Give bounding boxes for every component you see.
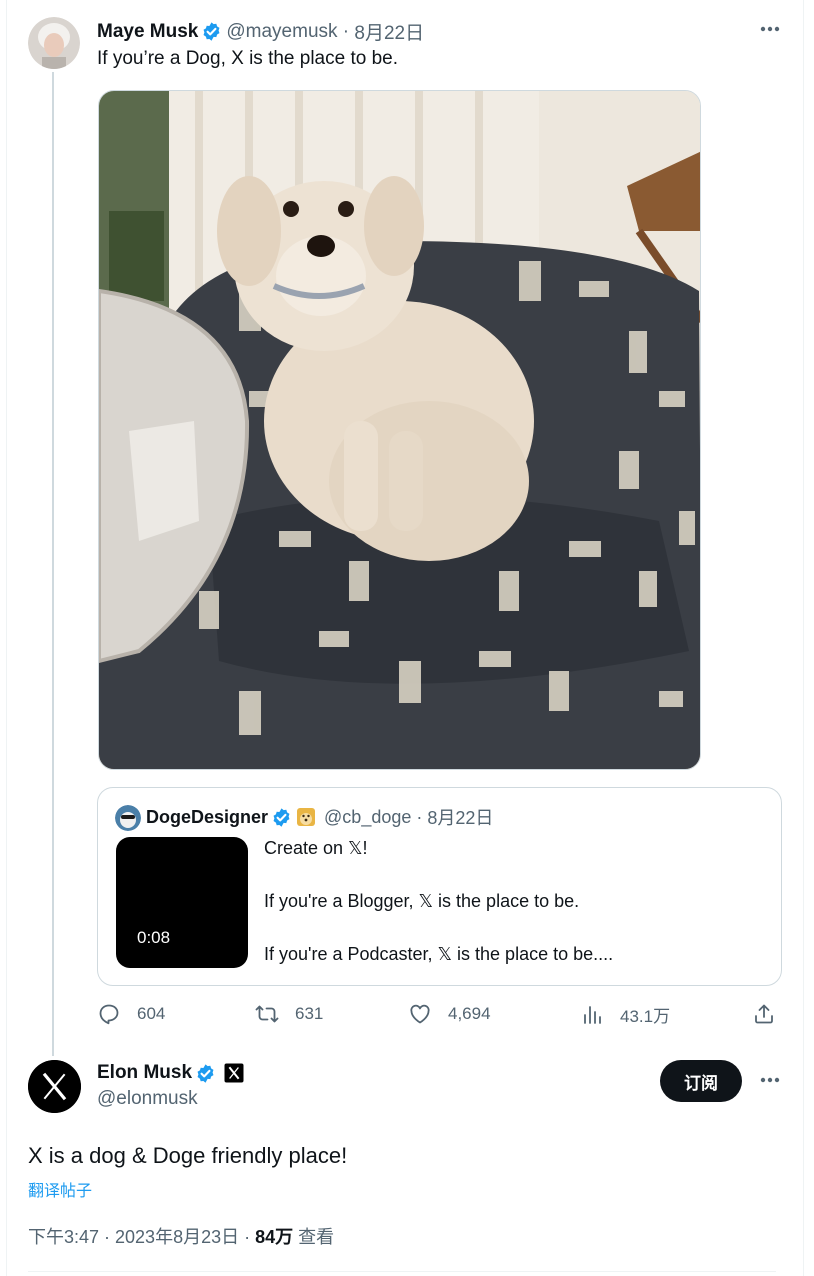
translate-post-link[interactable]: 翻译帖子 — [28, 1177, 92, 1201]
dog-photo[interactable] — [98, 90, 701, 770]
avatar-maye-musk[interactable] — [28, 17, 80, 69]
quoted-text-line: Create on 𝕏! — [264, 838, 368, 858]
quoted-author-handle[interactable]: @cb_doge — [324, 807, 411, 828]
doge-emoji-icon — [297, 808, 316, 826]
tweet-meta: 下午3:47 · 2023年8月23日 · 84万 查看 — [28, 1223, 334, 1249]
verified-icon — [203, 22, 220, 41]
video-duration: 0:08 — [137, 928, 171, 947]
share-button[interactable] — [752, 1002, 776, 1026]
tweet-actions: 604 631 4,694 43.1万 — [97, 1002, 782, 1030]
divider — [28, 1271, 776, 1272]
quoted-tweet-header: DogeDesigner @cb_doge · 8月22日 — [146, 804, 493, 830]
parent-tweet-text: If you’re a Dog, X is the place to be. — [97, 48, 399, 69]
subscribe-button[interactable]: 订阅 — [660, 1060, 742, 1102]
retweet-button[interactable]: 631 — [255, 1002, 323, 1026]
quoted-tweet-date[interactable]: 8月22日 — [427, 804, 493, 830]
x-affiliate-badge-icon[interactable] — [224, 1063, 244, 1083]
tweet-date[interactable]: 8月22日 — [354, 18, 424, 45]
views-number: 84万 — [255, 1227, 294, 1247]
like-icon — [410, 1004, 430, 1024]
quoted-text-line: If you're a Blogger, 𝕏 is the place to b… — [264, 891, 580, 911]
view-count: 43.1万 — [620, 1007, 671, 1026]
views-button[interactable]: 43.1万 — [580, 1002, 670, 1027]
right-border — [803, 0, 804, 1276]
author-name[interactable]: Maye Musk — [97, 21, 198, 43]
quoted-text-line: If you're a Podcaster, 𝕏 is the place to… — [264, 944, 614, 964]
like-button[interactable]: 4,694 — [408, 1002, 491, 1026]
more-icon[interactable] — [758, 1068, 782, 1092]
tweet-timestamp[interactable]: 下午3:47 · 2023年8月23日 · — [28, 1227, 255, 1247]
more-icon[interactable] — [758, 17, 782, 41]
video-thumbnail[interactable]: 0:08 — [116, 837, 248, 968]
verified-icon — [197, 1063, 214, 1083]
author-name[interactable]: Elon Musk — [97, 1062, 192, 1084]
separator-dot: · — [337, 20, 355, 42]
retweet-count: 631 — [295, 1004, 324, 1023]
reply-button[interactable]: 604 — [97, 1002, 165, 1026]
thread-connector-line — [52, 72, 54, 1056]
left-border — [6, 0, 7, 1276]
author-handle[interactable]: @elonmusk — [97, 1088, 198, 1110]
main-tweet-header: Elon Musk — [97, 1062, 244, 1084]
views-label: 查看 — [293, 1227, 335, 1247]
verified-icon — [273, 807, 290, 827]
parent-tweet-header: Maye Musk @mayemusk · 8月22日 — [97, 18, 424, 45]
views-icon — [584, 1005, 601, 1024]
author-handle[interactable]: @mayemusk — [226, 21, 337, 43]
quoted-tweet-card[interactable]: DogeDesigner @cb_doge · 8月22日 0:08 Creat… — [97, 787, 782, 986]
quoted-author-name[interactable]: DogeDesigner — [146, 807, 268, 828]
avatar-elon-musk[interactable] — [28, 1060, 81, 1113]
like-count: 4,694 — [448, 1004, 491, 1023]
separator-dot: · — [411, 806, 428, 827]
x-logo-icon — [28, 1060, 81, 1113]
main-tweet-text: X is a dog & Doge friendly place! — [28, 1143, 348, 1168]
reply-icon — [99, 1004, 119, 1025]
tweet-thread: Maye Musk @mayemusk · 8月22日 If you’re a … — [0, 0, 814, 1276]
retweet-icon — [255, 1005, 279, 1023]
share-icon — [755, 1004, 773, 1024]
avatar-dogedesigner[interactable] — [115, 805, 141, 831]
reply-count: 604 — [137, 1004, 166, 1023]
